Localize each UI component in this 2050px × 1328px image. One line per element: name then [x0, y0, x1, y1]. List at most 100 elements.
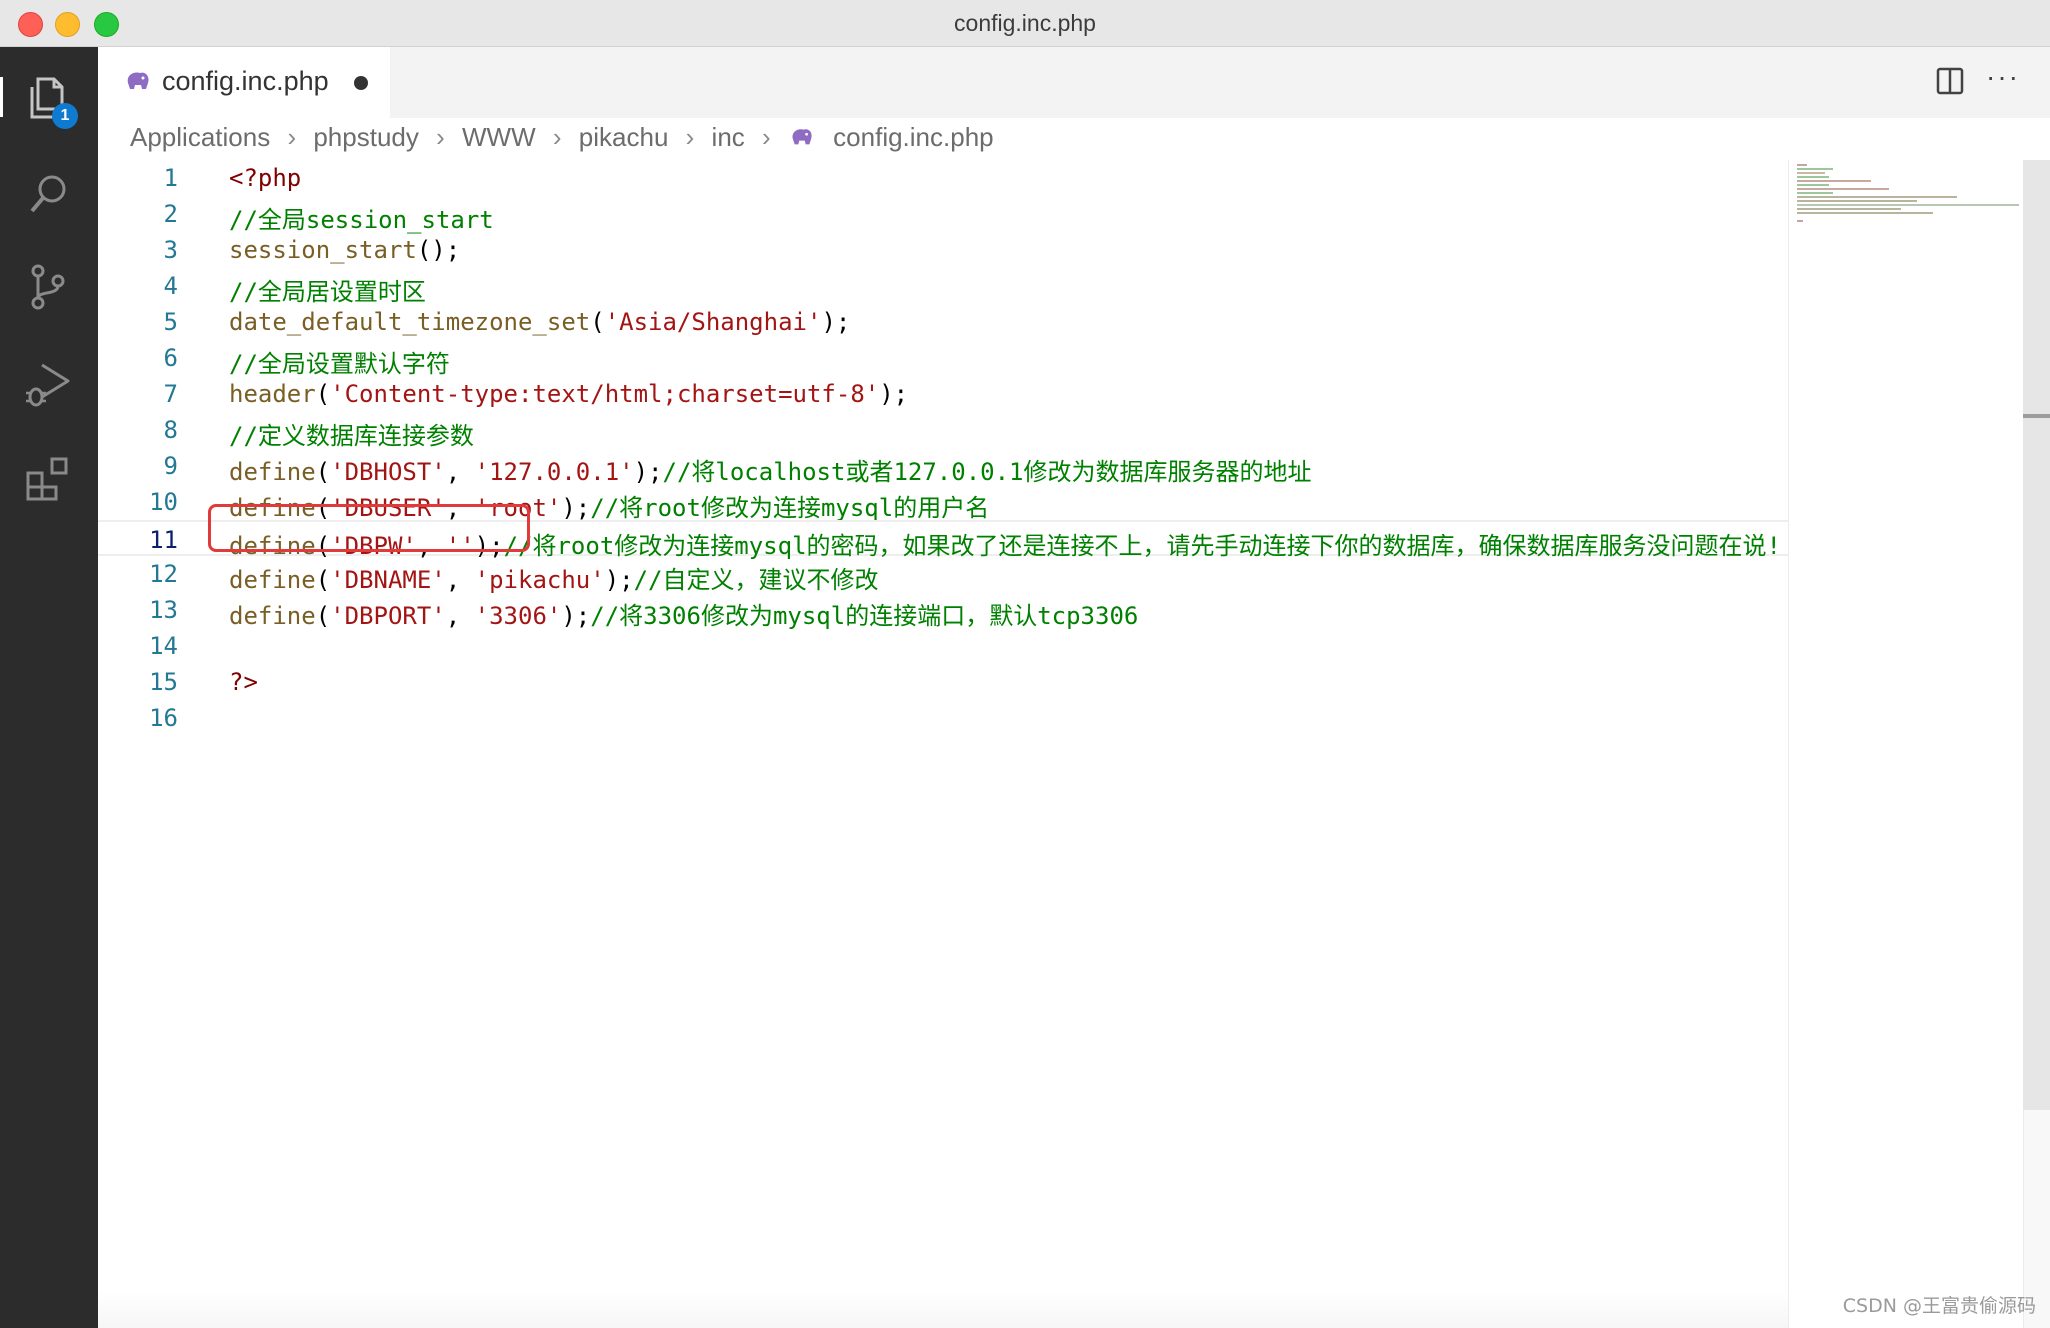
punctuation: );	[633, 458, 663, 486]
code-line: 15 ?>	[98, 664, 1788, 700]
activity-search[interactable]	[0, 155, 98, 235]
string-literal: 'DBHOST'	[330, 458, 446, 486]
line-number: 11	[149, 526, 178, 554]
comment: //将root修改为连接mysql的用户名	[590, 494, 990, 522]
punctuation: );	[561, 602, 591, 630]
line-number: 6	[163, 344, 178, 372]
tab-config-inc-php[interactable]: config.inc.php	[98, 47, 390, 118]
code-line: 8 //定义数据库连接参数	[98, 412, 1788, 450]
punctuation: );	[604, 566, 634, 594]
punctuation: (	[315, 566, 331, 594]
code-text: define('DBPORT', '3306');//将3306修改为mysql…	[229, 596, 1138, 631]
line-number: 14	[149, 632, 178, 660]
punctuation: ,	[445, 458, 475, 486]
comment: //定义数据库连接参数	[229, 422, 474, 450]
activity-explorer[interactable]: 1	[0, 57, 98, 137]
chevron-right-icon: ›	[552, 121, 562, 152]
function-name: session_start	[229, 236, 417, 264]
punctuation: ,	[445, 602, 475, 630]
activity-extensions[interactable]	[0, 437, 98, 517]
breadcrumb: Applications › phpstudy › WWW › pikachu …	[130, 120, 994, 158]
line-number: 3	[163, 236, 178, 264]
chevron-right-icon: ›	[762, 121, 771, 152]
comment: //将3306修改为mysql的连接端口，默认tcp3306	[590, 602, 1139, 630]
watermark-text: CSDN @王富贵偷源码	[1842, 1295, 2036, 1317]
breadcrumb-item[interactable]: phpstudy	[313, 122, 419, 153]
minimap-line	[1797, 172, 1825, 174]
minimap[interactable]	[1788, 160, 2024, 1328]
code-text: ?>	[229, 668, 258, 696]
comment: //全局居设置时区	[229, 278, 426, 306]
code-line: 3 session_start();	[98, 232, 1788, 268]
editor-bottom-fade	[98, 1290, 1788, 1328]
chevron-right-icon: ›	[436, 121, 445, 152]
code-editor[interactable]: 1 <?php 2 //全局session_start 3 session_st…	[98, 160, 1788, 1328]
function-name: define	[229, 458, 316, 486]
code-text: date_default_timezone_set('Asia/Shanghai…	[229, 308, 850, 336]
breadcrumb-item[interactable]: WWW	[462, 122, 536, 153]
minimap-line	[1797, 208, 1901, 210]
string-literal: '127.0.0.1'	[474, 458, 634, 486]
extensions-icon	[26, 457, 68, 501]
line-number: 12	[149, 560, 178, 588]
activity-source-control[interactable]	[0, 247, 98, 327]
line-number: 8	[163, 416, 178, 444]
window-title: config.inc.php	[954, 10, 1096, 36]
string-literal: 'Content-type:text/html;charset=utf-8'	[330, 380, 880, 408]
minimap-line	[1797, 176, 1829, 178]
activity-bar: 1	[0, 47, 98, 1328]
line-number: 10	[149, 488, 178, 516]
line-number: 2	[163, 200, 178, 228]
code-text: //全局居设置时区	[229, 272, 426, 307]
line-number: 5	[163, 308, 178, 336]
search-icon	[30, 175, 66, 213]
more-actions-button[interactable]: ···	[1986, 61, 2020, 93]
comment: //全局设置默认字符	[229, 350, 450, 378]
minimap-line	[1797, 220, 1803, 222]
activity-run-debug[interactable]	[0, 343, 98, 423]
minimap-line	[1797, 180, 1871, 182]
cursor-position-marker	[2023, 414, 2050, 418]
code-line: 1 <?php	[98, 160, 1788, 196]
string-literal: '3306'	[474, 602, 562, 630]
line-number: 7	[163, 380, 178, 408]
source-control-icon	[31, 264, 65, 310]
punctuation: ();	[416, 236, 461, 264]
code-text: <?php	[229, 164, 301, 192]
string-literal: 'pikachu'	[474, 566, 605, 594]
minimap-line	[1797, 196, 1957, 198]
unsaved-dot-icon[interactable]	[354, 76, 368, 90]
run-debug-icon	[26, 363, 70, 407]
punctuation: (	[315, 380, 331, 408]
split-editor-icon[interactable]	[1936, 67, 1964, 95]
breadcrumb-item[interactable]: pikachu	[579, 122, 669, 153]
punctuation: (	[590, 308, 605, 336]
php-elephant-icon	[127, 72, 149, 89]
punctuation: );	[821, 308, 851, 336]
scrollbar-thumb[interactable]	[2023, 160, 2050, 1110]
php-open-tag: <?php	[229, 164, 302, 192]
code-text: session_start();	[229, 236, 460, 264]
code-line: 9 define('DBHOST', '127.0.0.1');//将local…	[98, 448, 1788, 486]
breadcrumb-item[interactable]: config.inc.php	[833, 122, 993, 153]
annotation-highlight-box	[208, 504, 530, 552]
code-text: define('DBNAME', 'pikachu');//自定义，建议不修改	[229, 560, 879, 595]
line-number: 13	[149, 596, 178, 624]
minimap-line	[1797, 184, 1829, 186]
breadcrumb-item[interactable]: inc	[712, 122, 745, 153]
string-literal: 'DBPORT'	[330, 602, 446, 630]
title-bar: config.inc.php	[0, 0, 2050, 47]
explorer-badge: 1	[52, 103, 78, 129]
punctuation: );	[561, 494, 591, 522]
code-line: 14	[98, 628, 1788, 664]
minimap-line	[1797, 204, 2019, 206]
punctuation: (	[315, 602, 331, 630]
punctuation: ,	[445, 566, 475, 594]
punctuation: );	[879, 380, 909, 408]
line-number: 15	[149, 668, 178, 696]
breadcrumb-item[interactable]: Applications	[130, 122, 270, 153]
vscode-window: config.inc.php 1 config.inc.php ··· Appl…	[0, 0, 2050, 1328]
minimap-line	[1797, 200, 1917, 202]
active-indicator	[0, 77, 3, 117]
code-line: 6 //全局设置默认字符	[98, 340, 1788, 378]
